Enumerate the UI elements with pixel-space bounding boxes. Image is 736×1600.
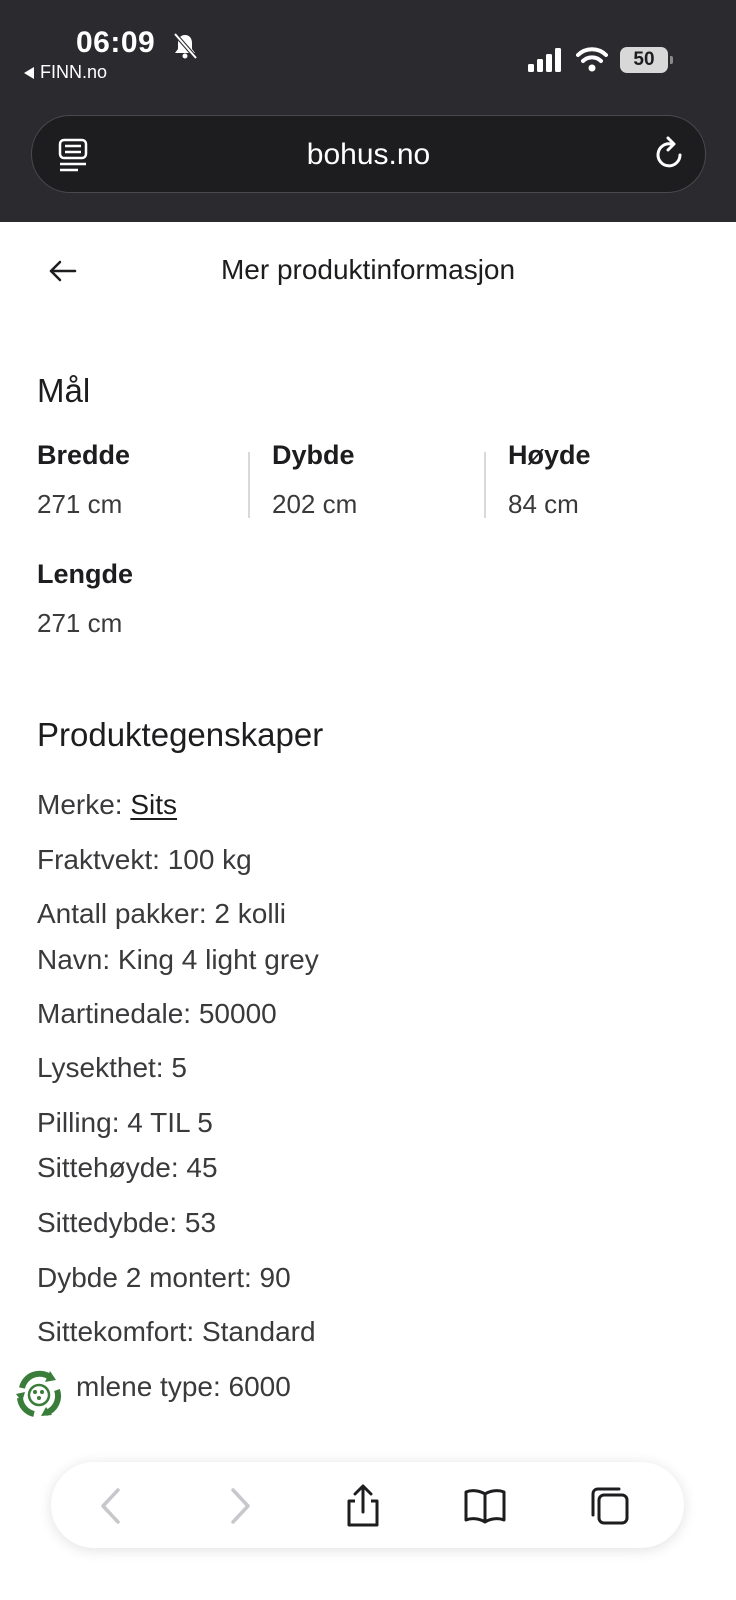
forward-icon[interactable] — [216, 1484, 260, 1528]
properties-title: Produktegenskaper — [37, 716, 324, 753]
dimension-value: 271 cm — [37, 489, 123, 519]
brand-label: Merke: — [37, 789, 123, 820]
dimension-height: Høyde 84 cm — [508, 440, 591, 520]
dimension-value: 271 cm — [37, 608, 123, 638]
battery-icon: 50 — [620, 47, 673, 73]
dimension-width: Bredde 271 cm — [37, 440, 130, 520]
bookmarks-icon[interactable] — [463, 1484, 507, 1528]
back-app-label: FINN.no — [40, 62, 108, 82]
property-item: Fraktvekt: 100 kg — [37, 844, 252, 875]
back-to-app-link[interactable]: FINN.no — [24, 62, 107, 83]
back-icon[interactable] — [91, 1484, 135, 1528]
divider — [484, 452, 486, 518]
dimension-depth: Dybde 202 cm — [272, 440, 357, 520]
property-item: Sittehøyde: 45 — [37, 1152, 218, 1183]
battery-level: 50 — [633, 49, 655, 70]
tabs-icon[interactable] — [588, 1484, 632, 1528]
address-bar[interactable]: bohus.no — [31, 115, 706, 193]
share-icon[interactable] — [341, 1484, 385, 1528]
back-triangle-icon — [24, 66, 34, 79]
bell-slash-icon — [173, 32, 198, 60]
property-item: Lysekthet: 5 — [37, 1052, 187, 1083]
url-text[interactable]: bohus.no — [32, 138, 705, 172]
dimension-value: 202 cm — [272, 489, 358, 519]
dimension-label: Dybde — [272, 440, 355, 470]
dimension-label: Lengde — [37, 559, 134, 589]
page-header: Mer produktinformasjon — [0, 222, 736, 326]
status-time: 06:09 — [76, 26, 156, 59]
brand-link[interactable]: Sits — [130, 789, 177, 820]
property-item: Pilling: 4 TIL 5 — [37, 1107, 213, 1138]
wifi-icon — [576, 47, 608, 72]
property-item: Sittekomfort: Standard — [37, 1316, 316, 1347]
property-item: mlene type: 6000 — [76, 1371, 291, 1402]
dimension-length: Lengde 271 cm — [37, 559, 133, 639]
dimension-value: 84 cm — [508, 489, 579, 519]
property-item: Navn: King 4 light grey — [37, 944, 319, 975]
signal-icon — [528, 48, 561, 72]
dimension-label: Høyde — [508, 440, 591, 470]
property-item: Dybde 2 montert: 90 — [37, 1262, 291, 1293]
dimensions-title: Mål — [37, 372, 91, 409]
property-item: Sittedybde: 53 — [37, 1207, 217, 1238]
property-item: Martinedale: 50000 — [37, 998, 277, 1029]
browser-chrome: 06:09 FINN.no 50 bohus.no — [0, 0, 736, 222]
property-brand: Merke: Sits — [37, 789, 177, 821]
bottom-toolbar — [51, 1462, 684, 1548]
property-item: Antall pakker: 2 kolli — [37, 898, 287, 929]
page-title: Mer produktinformasjon — [220, 254, 516, 285]
dimension-label: Bredde — [37, 440, 131, 470]
divider — [248, 452, 250, 518]
reload-icon[interactable] — [653, 136, 687, 172]
recycle-badge-button[interactable] — [12, 1368, 66, 1422]
recycle-icon — [16, 1370, 62, 1417]
